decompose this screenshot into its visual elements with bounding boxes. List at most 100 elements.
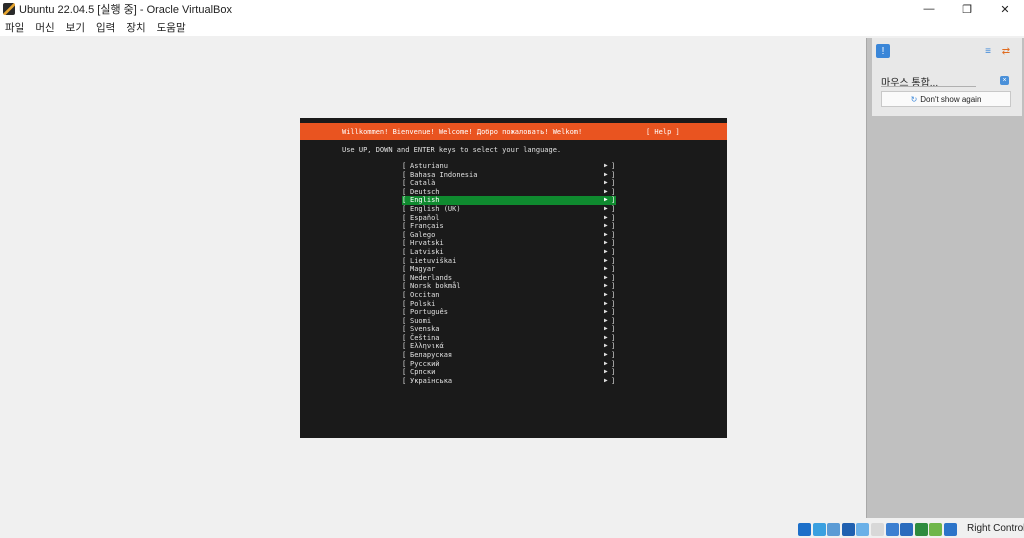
left-bracket: [: [402, 308, 407, 317]
language-option[interactable]: [Norsk bokmål ▶]: [402, 282, 616, 291]
language-option[interactable]: [Bahasa Indonesia ▶]: [402, 171, 616, 180]
language-option[interactable]: [Español ▶]: [402, 214, 616, 223]
left-bracket: [: [402, 282, 407, 291]
right-bracket: ]: [611, 368, 616, 377]
menu-help[interactable]: 도움말: [157, 20, 186, 35]
right-bracket: ]: [611, 316, 616, 325]
language-option[interactable]: [Беларуская ▶]: [402, 351, 616, 360]
welcome-banner: Willkommen! Bienvenue! Welcome! Добро по…: [342, 128, 583, 136]
host-key-label: Right Control: [967, 523, 1024, 534]
help-button[interactable]: [ Help ]: [646, 128, 680, 136]
left-bracket: [: [402, 299, 407, 308]
language-name: Français: [410, 222, 444, 231]
right-bracket: ]: [611, 239, 616, 248]
left-bracket: [: [402, 256, 407, 265]
right-bracket: ]: [611, 265, 616, 274]
display-icon[interactable]: [885, 523, 899, 536]
submenu-arrow-icon: ▶: [604, 265, 608, 273]
language-option[interactable]: [Français ▶]: [402, 222, 616, 231]
virtualbox-app-icon: [3, 3, 15, 15]
menu-input[interactable]: 입력: [96, 20, 115, 35]
right-bracket: ]: [611, 273, 616, 282]
language-name: Svenska: [410, 325, 440, 334]
language-option[interactable]: [English (UK) ▶]: [402, 205, 616, 214]
window-controls: — ❐ ✕: [910, 0, 1024, 18]
right-bracket: ]: [611, 162, 616, 170]
language-option[interactable]: [Русский ▶]: [402, 360, 616, 369]
usb-icon[interactable]: [856, 523, 870, 536]
collapse-panel-icon[interactable]: ≡: [981, 44, 995, 58]
right-bracket: ]: [611, 351, 616, 360]
vm-screen[interactable]: Willkommen! Bienvenue! Welcome! Добро по…: [300, 118, 727, 438]
menu-machine[interactable]: 머신: [35, 20, 54, 35]
submenu-arrow-icon: ▶: [604, 351, 608, 359]
language-name: Ελληνικά: [410, 342, 444, 351]
language-name: Српски: [410, 368, 436, 377]
right-bracket: ]: [611, 247, 616, 256]
right-bracket: ]: [611, 333, 616, 342]
language-option[interactable]: [Suomi ▶]: [402, 317, 616, 326]
dont-show-again-button[interactable]: ↻ Don't show again: [881, 91, 1011, 107]
notification-close-icon[interactable]: ×: [1000, 76, 1009, 85]
network-icon[interactable]: [841, 523, 855, 536]
menu-file[interactable]: 파일: [5, 20, 24, 35]
language-option[interactable]: [Latviski ▶]: [402, 248, 616, 257]
language-option[interactable]: [Galego ▶]: [402, 231, 616, 240]
minimize-button[interactable]: —: [910, 0, 948, 18]
language-name: Bahasa Indonesia: [410, 170, 478, 179]
notification-card: ! ≡ ⇄ 마우스 통합... × ↻ Don't show again: [872, 38, 1022, 116]
recording-icon[interactable]: [900, 523, 914, 536]
left-bracket: [: [402, 376, 407, 385]
status-bar: Right Control: [0, 520, 1024, 538]
keyboard-icon[interactable]: [943, 523, 957, 536]
language-name: Português: [410, 308, 448, 317]
language-option[interactable]: [Українська ▶]: [402, 377, 616, 386]
menu-devices[interactable]: 장치: [126, 20, 145, 35]
language-name: Polski: [410, 299, 436, 308]
hdd-icon[interactable]: [798, 523, 811, 536]
shared-folder-icon[interactable]: [870, 523, 884, 536]
language-name: Galego: [410, 230, 436, 239]
language-option[interactable]: [Čeština ▶]: [402, 334, 616, 343]
left-bracket: [: [402, 179, 407, 188]
language-name: Español: [410, 213, 440, 222]
language-option[interactable]: [Ελληνικά ▶]: [402, 342, 616, 351]
audio-icon[interactable]: [827, 523, 841, 536]
left-bracket: [: [402, 351, 407, 360]
language-option[interactable]: [English ▶]: [402, 196, 616, 205]
language-option[interactable]: [Српски ▶]: [402, 368, 616, 377]
vm-client-area: Willkommen! Bienvenue! Welcome! Добро по…: [0, 36, 1024, 520]
optical-disk-icon[interactable]: [812, 523, 826, 536]
right-bracket: ]: [611, 196, 616, 205]
language-option[interactable]: [Português ▶]: [402, 308, 616, 317]
left-bracket: [: [402, 196, 407, 205]
language-option[interactable]: [Occitan ▶]: [402, 291, 616, 300]
language-option[interactable]: [Deutsch ▶]: [402, 188, 616, 197]
menu-view[interactable]: 보기: [66, 20, 85, 35]
language-name: Čeština: [410, 333, 440, 342]
right-bracket: ]: [611, 187, 616, 196]
right-bracket: ]: [611, 342, 616, 351]
cpu-icon[interactable]: [914, 523, 928, 536]
language-option[interactable]: [Hrvatski ▶]: [402, 239, 616, 248]
language-name: Català: [410, 179, 436, 188]
language-option[interactable]: [Lietuviškai ▶]: [402, 257, 616, 266]
submenu-arrow-icon: ▶: [604, 187, 608, 195]
language-option[interactable]: [Asturianu ▶]: [402, 162, 616, 171]
language-name: Magyar: [410, 265, 436, 274]
language-option[interactable]: [Magyar ▶]: [402, 265, 616, 274]
title-bar: Ubuntu 22.04.5 [실행 중] - Oracle VirtualBo…: [0, 0, 1024, 18]
language-option[interactable]: [Svenska ▶]: [402, 325, 616, 334]
close-all-notifications-icon[interactable]: ⇄: [999, 44, 1013, 58]
language-option[interactable]: [Català ▶]: [402, 179, 616, 188]
mouse-integration-icon[interactable]: [929, 523, 943, 536]
menu-bar: 파일 머신 보기 입력 장치 도움말: [0, 18, 1024, 36]
left-bracket: [: [402, 265, 407, 274]
submenu-arrow-icon: ▶: [604, 299, 608, 307]
language-option[interactable]: [Polski ▶]: [402, 300, 616, 309]
close-button[interactable]: ✕: [986, 0, 1024, 18]
divider: [881, 86, 976, 87]
left-bracket: [: [402, 230, 407, 239]
left-bracket: [: [402, 273, 407, 282]
maximize-button[interactable]: ❐: [948, 0, 986, 18]
